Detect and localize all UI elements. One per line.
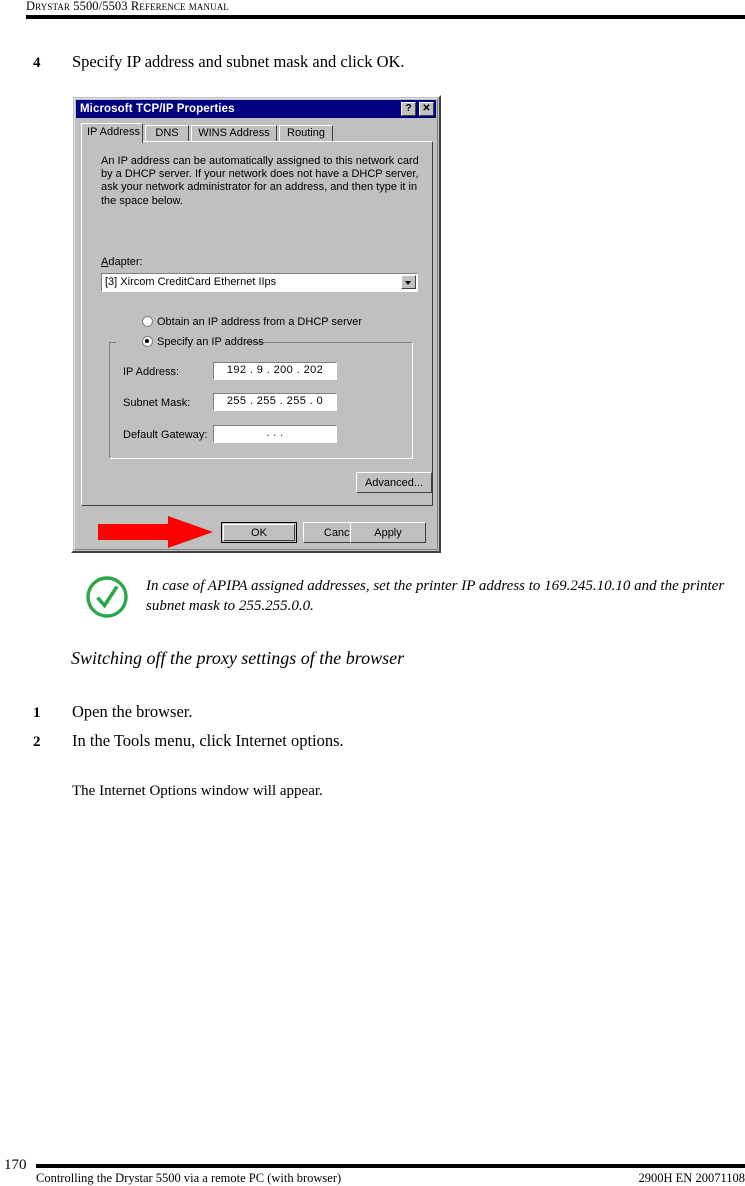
green-check-circle-icon (86, 576, 128, 618)
ok-button-label: OK (223, 524, 295, 541)
ip-address-label: IP Address: (123, 366, 180, 378)
step-1-number: 1 (33, 705, 41, 721)
header-title: Drystar 5500/5503 Reference manual (26, 0, 229, 13)
step-2-number: 2 (33, 734, 41, 750)
radio-specify-ip-address[interactable]: Specify an IP address (142, 336, 264, 348)
step-4-text: Specify IP address and subnet mask and c… (72, 52, 405, 71)
advanced-button[interactable]: Advanced... (356, 472, 432, 493)
step-2-subtext: The Internet Options window will appear. (72, 783, 323, 799)
page-header: Drystar 5500/5503 Reference manual (0, 0, 745, 20)
default-gateway-label: Default Gateway: (123, 429, 208, 441)
tab-wins-address[interactable]: WINS Address (191, 125, 277, 142)
header-divider-rule (26, 15, 745, 19)
help-icon[interactable]: ? (401, 102, 416, 116)
red-arrow-callout-icon (98, 516, 213, 548)
chevron-down-icon[interactable] (401, 275, 416, 289)
footer-right-text: 2900H EN 20071108 (638, 1171, 745, 1185)
adapter-label-rest: dapter: (108, 256, 143, 268)
apply-button[interactable]: Apply (350, 522, 426, 543)
radio-obtain-dhcp-label: Obtain an IP address from a DHCP server (157, 316, 363, 328)
step-4-number: 4 (33, 55, 41, 71)
footer-page-number: 170 (4, 1157, 27, 1173)
radio-obtain-ip-from-dhcp[interactable]: Obtain an IP address from a DHCP server (142, 316, 362, 328)
adapter-combobox[interactable]: [3] Xircom CreditCard Ethernet IIps (101, 273, 418, 292)
radio-dot-obtain-dhcp[interactable] (142, 316, 153, 327)
tab-routing[interactable]: Routing (279, 125, 333, 142)
tab-dns[interactable]: DNS (145, 125, 189, 142)
microsoft-tcpip-properties-dialog[interactable]: Microsoft TCP/IP Properties ? ✕ IP Addre… (71, 95, 441, 553)
dialog-titlebar[interactable]: Microsoft TCP/IP Properties ? ✕ (76, 100, 436, 118)
subnet-mask-label: Subnet Mask: (123, 397, 191, 409)
adapter-combobox-value: [3] Xircom CreditCard Ethernet IIps (105, 276, 277, 288)
default-gateway-input[interactable]: . . . (213, 425, 337, 443)
footer-divider-rule (36, 1164, 745, 1168)
step-2-text: In the Tools menu, click Internet option… (72, 731, 344, 750)
dialog-tab-strip[interactable]: IP Address DNS WINS Address Routing (81, 123, 433, 143)
note-text: In case of APIPA assigned addresses, set… (146, 578, 725, 614)
dialog-title-text: Microsoft TCP/IP Properties (80, 103, 235, 115)
step-1-text: Open the browser. (72, 702, 193, 721)
tab-ip-address[interactable]: IP Address (81, 123, 143, 143)
footer-left-text: Controlling the Drystar 5500 via a remot… (36, 1171, 342, 1185)
ip-address-input[interactable]: 192 . 9 . 200 . 202 (213, 362, 337, 380)
radio-specify-ip-label: Specify an IP address (157, 336, 264, 348)
tab-page-ip-address: An IP address can be automatically assig… (81, 141, 433, 506)
adapter-label: Adapter: (101, 256, 143, 268)
section-heading: Switching off the proxy settings of the … (71, 648, 405, 668)
ok-button[interactable]: OK (221, 522, 297, 543)
close-icon[interactable]: ✕ (419, 102, 434, 116)
radio-dot-specify-ip[interactable] (142, 336, 153, 347)
subnet-mask-input[interactable]: 255 . 255 . 255 . 0 (213, 393, 337, 411)
dialog-description-text: An IP address can be automatically assig… (101, 155, 419, 207)
